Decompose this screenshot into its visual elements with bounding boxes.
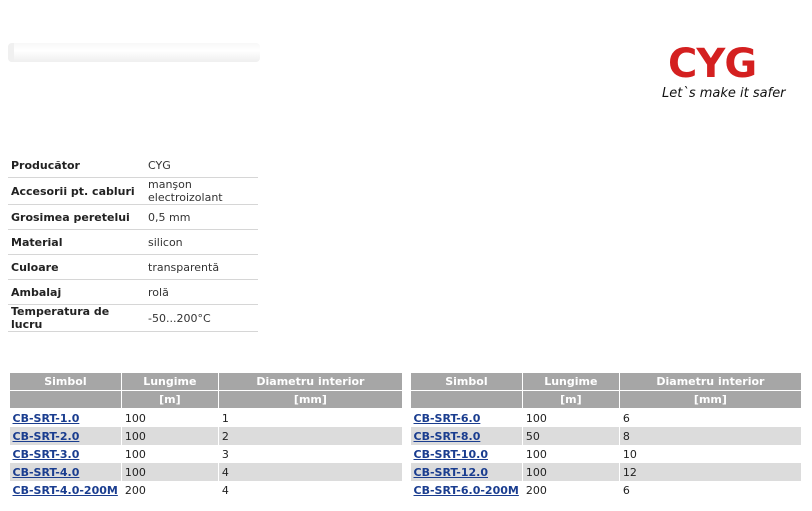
diameter-cell: 4 bbox=[218, 463, 404, 481]
property-value: CYG bbox=[145, 153, 258, 178]
header-unit-empty bbox=[410, 390, 523, 409]
property-key: Grosimea peretelui bbox=[8, 204, 145, 230]
property-key: Accesorii pt. cabluri bbox=[8, 177, 145, 205]
property-key: Temperatura de lucru bbox=[8, 304, 145, 332]
property-row: Grosimea peretelui 0,5 mm bbox=[8, 204, 258, 230]
length-cell: 100 bbox=[121, 463, 219, 481]
table-row: CB-SRT-4.0-200M 200 4 bbox=[9, 481, 404, 499]
product-link[interactable]: CB-SRT-6.0-200M bbox=[410, 481, 523, 499]
product-link[interactable]: CB-SRT-12.0 bbox=[410, 463, 523, 481]
property-value: -50...200°C bbox=[145, 304, 258, 332]
header-unit-empty bbox=[9, 390, 122, 409]
header-length: Lungime bbox=[120, 372, 219, 391]
table-row: CB-SRT-10.0 100 10 bbox=[410, 445, 803, 463]
length-cell: 100 bbox=[522, 463, 620, 481]
length-cell: 100 bbox=[121, 445, 219, 463]
table-row: CB-SRT-2.0 100 2 bbox=[9, 427, 404, 445]
property-row: Ambalaj rolă bbox=[8, 279, 258, 305]
diameter-cell: 1 bbox=[218, 408, 404, 427]
length-cell: 100 bbox=[522, 408, 620, 427]
property-key: Producător bbox=[8, 153, 145, 178]
table-row: CB-SRT-12.0 100 12 bbox=[410, 463, 803, 481]
diameter-cell: 8 bbox=[619, 427, 803, 445]
header-unit-length: [m] bbox=[120, 390, 219, 409]
length-cell: 200 bbox=[522, 481, 620, 499]
length-cell: 100 bbox=[121, 408, 219, 427]
logo-tagline: Let`s make it safer bbox=[662, 86, 786, 101]
property-row: Producător CYG bbox=[8, 153, 258, 178]
property-key: Ambalaj bbox=[8, 279, 145, 305]
header-length: Lungime bbox=[521, 372, 620, 391]
diameter-cell: 6 bbox=[619, 481, 803, 499]
length-cell: 100 bbox=[121, 427, 219, 445]
property-row: Temperatura de lucru -50...200°C bbox=[8, 304, 258, 332]
product-link[interactable]: CB-SRT-10.0 bbox=[410, 445, 523, 463]
product-link[interactable]: CB-SRT-3.0 bbox=[9, 445, 122, 463]
header-diameter: Diametru interior bbox=[618, 372, 803, 391]
property-key: Material bbox=[8, 229, 145, 255]
property-row: Material silicon bbox=[8, 229, 258, 255]
product-link[interactable]: CB-SRT-4.0-200M bbox=[9, 481, 122, 499]
diameter-cell: 12 bbox=[619, 463, 803, 481]
product-table-right: Simbol Lungime Diametru interior [m] [mm… bbox=[410, 372, 803, 499]
product-link[interactable]: CB-SRT-8.0 bbox=[410, 427, 523, 445]
table-row: CB-SRT-6.0-200M 200 6 bbox=[410, 481, 803, 499]
property-row: Accesorii pt. cabluri manşon electroizola… bbox=[8, 177, 258, 205]
table-row: CB-SRT-8.0 50 8 bbox=[410, 427, 803, 445]
product-link[interactable]: CB-SRT-1.0 bbox=[9, 408, 122, 427]
product-link[interactable]: CB-SRT-4.0 bbox=[9, 463, 122, 481]
property-value: 0,5 mm bbox=[145, 204, 258, 230]
property-key: Culoare bbox=[8, 254, 145, 280]
length-cell: 50 bbox=[522, 427, 620, 445]
length-cell: 200 bbox=[121, 481, 219, 499]
product-table-left: Simbol Lungime Diametru interior [m] [mm… bbox=[9, 372, 404, 499]
diameter-cell: 10 bbox=[619, 445, 803, 463]
logo-wordmark: CYG bbox=[668, 41, 757, 87]
table-row: CB-SRT-1.0 100 1 bbox=[9, 408, 404, 427]
diameter-cell: 3 bbox=[218, 445, 404, 463]
property-value: transparentă bbox=[145, 254, 258, 280]
brand-logo: CYG Let`s make it safer bbox=[660, 38, 805, 108]
property-row: Culoare transparentă bbox=[8, 254, 258, 280]
header-unit-diameter: [mm] bbox=[618, 390, 803, 409]
table-row: CB-SRT-4.0 100 4 bbox=[9, 463, 404, 481]
property-value: silicon bbox=[145, 229, 258, 255]
length-cell: 100 bbox=[522, 445, 620, 463]
table-row: CB-SRT-6.0 100 6 bbox=[410, 408, 803, 427]
product-link[interactable]: CB-SRT-6.0 bbox=[410, 408, 523, 427]
header-symbol: Simbol bbox=[9, 372, 122, 391]
table-row: CB-SRT-3.0 100 3 bbox=[9, 445, 404, 463]
diameter-cell: 6 bbox=[619, 408, 803, 427]
property-value: manşon electroizolant bbox=[145, 177, 258, 205]
properties-table: Producător CYG Accesorii pt. cabluri manşo… bbox=[8, 153, 258, 332]
product-image-tube bbox=[8, 43, 260, 62]
header-symbol: Simbol bbox=[410, 372, 523, 391]
diameter-cell: 4 bbox=[218, 481, 404, 499]
header-unit-length: [m] bbox=[521, 390, 620, 409]
diameter-cell: 2 bbox=[218, 427, 404, 445]
product-link[interactable]: CB-SRT-2.0 bbox=[9, 427, 122, 445]
header-unit-diameter: [mm] bbox=[217, 390, 404, 409]
header-diameter: Diametru interior bbox=[217, 372, 404, 391]
property-value: rolă bbox=[145, 279, 258, 305]
